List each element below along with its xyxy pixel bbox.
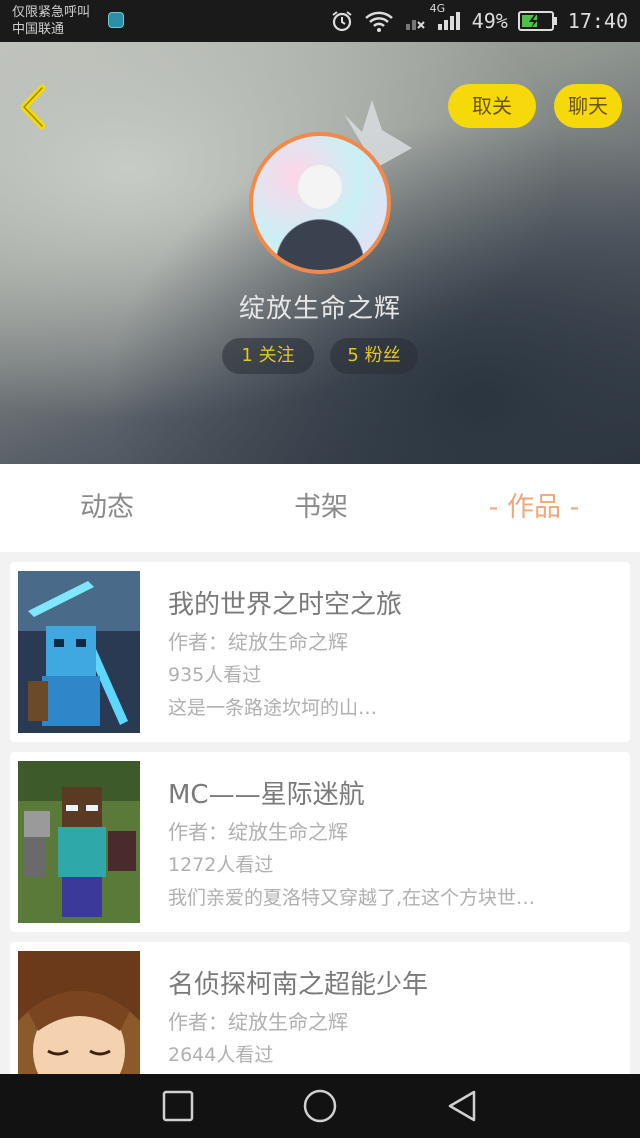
work-author: 作者：绽放生命之辉 — [168, 630, 348, 654]
fans-count[interactable]: 5 粉丝 — [330, 338, 418, 374]
chevron-left-icon — [20, 84, 46, 130]
work-title: MC——星际迷航 — [168, 780, 365, 810]
following-count[interactable]: 1 关注 — [222, 338, 314, 374]
work-card[interactable]: MC——星际迷航 作者：绽放生命之辉 1272人看过 我们亲爱的夏洛特又穿越了,… — [10, 752, 630, 932]
signal-weak-icon — [404, 10, 426, 32]
status-bar: 仅限紧急呼叫 中国联通 4G 49% 17:40 — [0, 0, 640, 42]
work-description: 我们亲爱的夏洛特又穿越了,在这个方块世… — [168, 887, 536, 909]
username: 绽放生命之辉 — [238, 294, 401, 324]
emergency-text: 仅限紧急呼叫 — [12, 5, 91, 20]
profile-tabs: 动态 书架 - 作品 - — [0, 464, 640, 552]
notification-app-icon — [108, 12, 124, 28]
work-cover-image — [18, 761, 140, 923]
work-views: 2644人看过 — [168, 1044, 274, 1066]
battery-percent: 49% — [471, 9, 508, 33]
triangle-icon — [448, 1090, 476, 1122]
work-author: 作者：绽放生命之辉 — [168, 820, 348, 844]
wifi-icon — [364, 10, 394, 32]
tab-works[interactable]: - 作品 - — [466, 464, 602, 552]
status-right: 4G 49% 17:40 — [330, 2, 628, 34]
carrier-name: 中国联通 — [12, 22, 65, 37]
alarm-icon — [330, 9, 354, 33]
work-title: 名侦探柯南之超能少年 — [168, 970, 429, 1000]
recent-apps-button[interactable] — [160, 1088, 196, 1124]
unfollow-button[interactable]: 取关 — [448, 84, 536, 128]
work-title: 我的世界之时空之旅 — [168, 590, 403, 620]
battery-icon — [517, 10, 558, 32]
work-views: 1272人看过 — [168, 854, 274, 876]
clock-time: 17:40 — [567, 9, 628, 33]
home-button[interactable] — [302, 1088, 338, 1124]
network-label: 4G — [429, 2, 446, 15]
work-cover-image — [18, 571, 140, 733]
system-nav-bar — [0, 1074, 640, 1138]
back-nav-button[interactable] — [444, 1088, 480, 1124]
work-author: 作者：绽放生命之辉 — [168, 1010, 348, 1034]
signal-icon: 4G — [430, 2, 462, 32]
square-icon — [162, 1090, 194, 1122]
tab-bookshelf[interactable]: 书架 — [254, 464, 388, 552]
avatar[interactable] — [249, 132, 391, 274]
work-views: 935人看过 — [168, 664, 262, 686]
circle-icon — [303, 1089, 337, 1123]
profile-header: 取关 聊天 绽放生命之辉 1 关注 5 粉丝 — [0, 42, 640, 464]
back-button[interactable] — [16, 82, 52, 132]
chat-button[interactable]: 聊天 — [554, 84, 622, 128]
work-description: 这是一条路途坎坷的山… — [168, 697, 378, 719]
status-left: 仅限紧急呼叫 中国联通 — [12, 4, 90, 38]
tab-dynamic[interactable]: 动态 — [40, 464, 174, 552]
work-card[interactable]: 我的世界之时空之旅 作者：绽放生命之辉 935人看过 这是一条路途坎坷的山… — [10, 562, 630, 742]
